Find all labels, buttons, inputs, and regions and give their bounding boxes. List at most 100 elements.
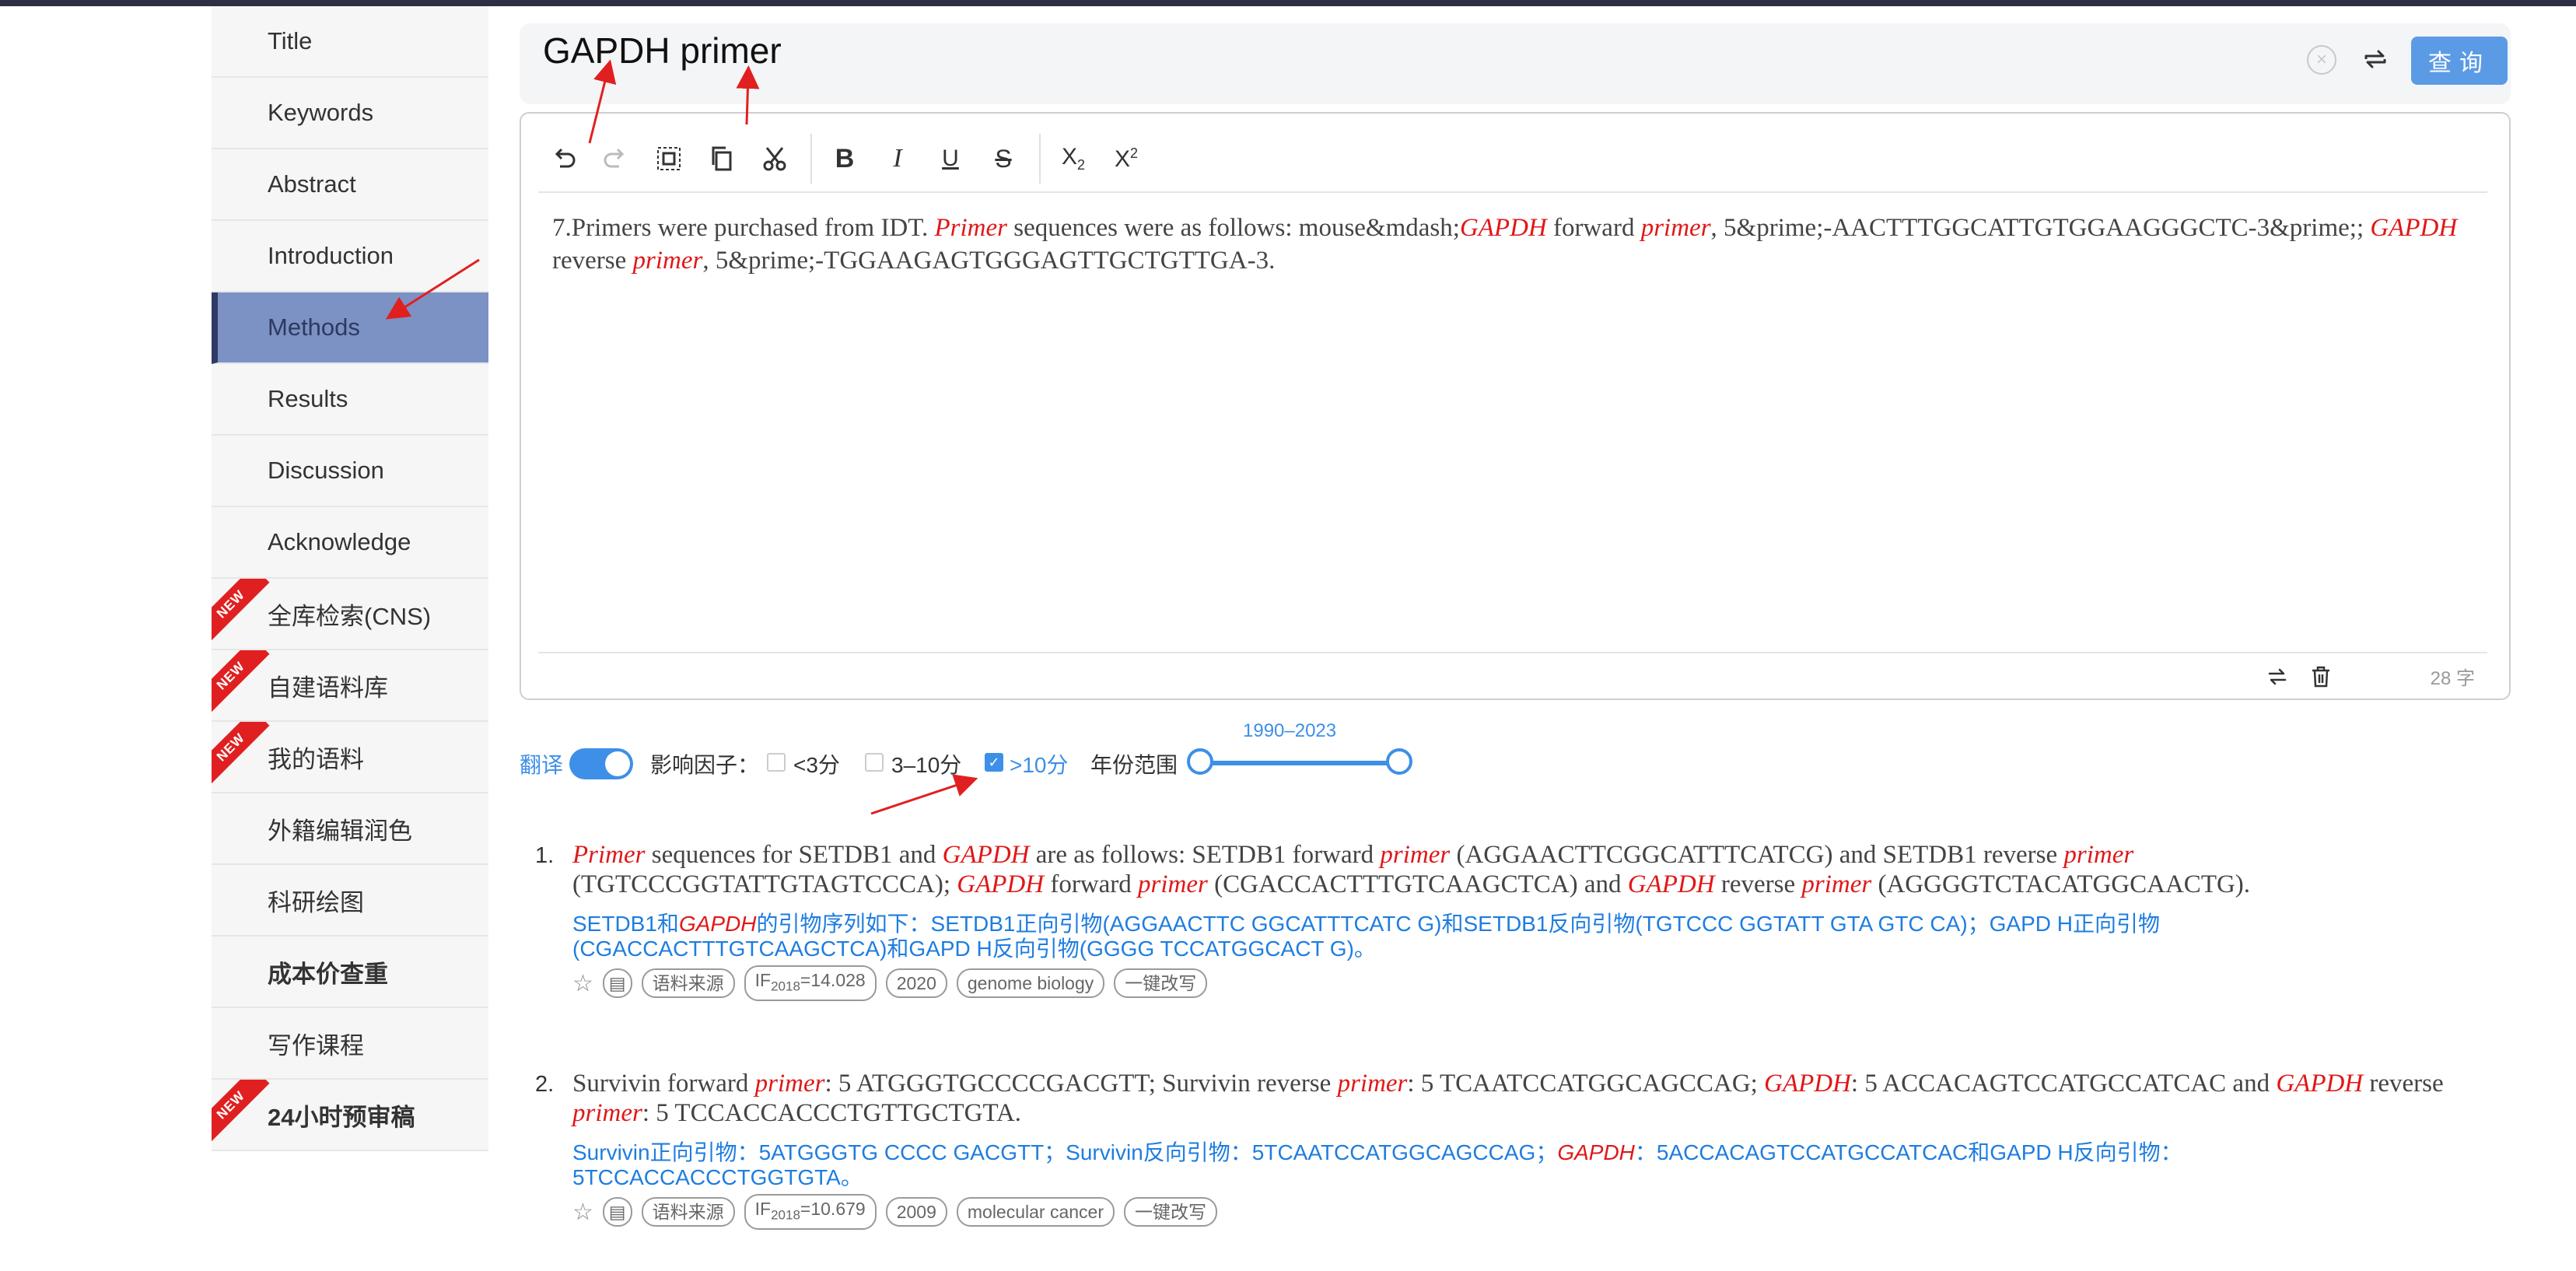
sidebar-item-label: Introduction bbox=[268, 242, 394, 269]
note-icon[interactable]: ▤ bbox=[602, 968, 632, 998]
sidebar-item[interactable]: Keywords bbox=[212, 78, 488, 149]
refresh-icon[interactable] bbox=[2265, 664, 2290, 689]
sidebar-item[interactable]: 写作课程 bbox=[212, 1008, 488, 1080]
sidebar-item[interactable]: NEW 24小时预审稿 bbox=[212, 1080, 488, 1151]
search-box[interactable]: GAPDH primer × 查询 bbox=[520, 23, 2511, 104]
translate-toggle[interactable] bbox=[569, 748, 633, 779]
sidebar-item[interactable]: Acknowledge bbox=[212, 507, 488, 579]
strikethrough-icon[interactable]: S bbox=[986, 142, 1020, 176]
filter-label-gt10: >10分 bbox=[1010, 753, 1069, 777]
source-chip[interactable]: 语料来源 bbox=[641, 968, 735, 998]
sidebar-item[interactable]: NEW 我的语料 bbox=[212, 722, 488, 793]
superscript-icon[interactable]: X2 bbox=[1109, 142, 1143, 176]
keyword-highlight: primer bbox=[1138, 870, 1208, 898]
sidebar-item-label: Keywords bbox=[268, 99, 374, 126]
result-translation[interactable]: SETDB1和GAPDH的引物序列如下：SETDB1正向引物(AGGAACTTC… bbox=[572, 912, 2470, 961]
swap-icon[interactable] bbox=[2360, 44, 2391, 75]
clear-icon[interactable]: × bbox=[2307, 45, 2336, 75]
text-segment: reverse bbox=[2363, 1070, 2444, 1098]
text-segment: , 5&prime;-TGGAAGAGTGGGAGTTGCTGTTGA-3. bbox=[702, 247, 1276, 275]
impact-factor-chip: IF2018=10.679 bbox=[744, 1193, 877, 1231]
keyword-highlight: Primer bbox=[934, 214, 1007, 242]
impact-factor-year: 2018 bbox=[771, 979, 800, 994]
copy-icon[interactable] bbox=[705, 142, 739, 176]
year-range-label: 年份范围 bbox=[1090, 753, 1178, 777]
impact-factor-prefix: IF bbox=[754, 1198, 772, 1219]
year-range-value: 1990–2023 bbox=[1243, 720, 1337, 741]
text-segment: (AGGGGTCTACATGGCAACTG). bbox=[1871, 870, 2251, 898]
char-count: 28 字 bbox=[2430, 668, 2475, 689]
sidebar-item[interactable]: Abstract bbox=[212, 149, 488, 221]
new-badge: NEW bbox=[212, 722, 270, 786]
rewrite-button[interactable]: 一键改写 bbox=[1124, 1197, 1218, 1227]
note-icon[interactable]: ▤ bbox=[602, 1197, 632, 1227]
sidebar-item-label: 自建语料库 bbox=[268, 674, 388, 702]
filter-label-3to10: 3–10分 bbox=[891, 753, 962, 777]
year-chip: 2020 bbox=[885, 968, 947, 998]
query-button[interactable]: 查询 bbox=[2411, 37, 2508, 85]
subscript-icon[interactable]: X2 bbox=[1056, 142, 1090, 176]
undo-icon[interactable] bbox=[546, 142, 580, 176]
text-segment: (CGACCACTTTGTCAAGCTCA) and bbox=[1207, 870, 1628, 898]
journal-chip[interactable]: molecular cancer bbox=[956, 1197, 1115, 1227]
impact-factor-chip: IF2018=14.028 bbox=[744, 965, 877, 1002]
text-segment: Survivin正向引物：5ATGGGTG CCCC GACGTT；Surviv… bbox=[572, 1140, 1558, 1164]
impact-factor-prefix: IF bbox=[754, 969, 772, 990]
year-slider-start-handle[interactable] bbox=[1187, 748, 1213, 775]
sidebar-item[interactable]: Introduction bbox=[212, 221, 488, 292]
redo-icon[interactable] bbox=[599, 142, 633, 176]
italic-icon[interactable]: I bbox=[880, 142, 915, 176]
rewrite-button[interactable]: 一键改写 bbox=[1114, 968, 1208, 998]
text-segment: forward bbox=[1546, 214, 1641, 242]
sidebar-item-label: 成本价查重 bbox=[268, 960, 388, 988]
sidebar-item[interactable]: NEW 全库检索(CNS) bbox=[212, 579, 488, 650]
editor-footer: 28 字 bbox=[538, 652, 2487, 692]
text-editor[interactable]: B I U S X2 X2 7.Primers were purchased f… bbox=[520, 112, 2511, 700]
result-item: 1. Primer sequences for SETDB1 and GAPDH … bbox=[529, 840, 2497, 1011]
search-input[interactable]: GAPDH primer bbox=[543, 30, 782, 72]
year-slider-end-handle[interactable] bbox=[1386, 748, 1412, 775]
editor-content[interactable]: 7.Primers were purchased from IDT. Prime… bbox=[552, 212, 2473, 277]
source-chip[interactable]: 语料来源 bbox=[641, 1197, 735, 1227]
trash-icon[interactable] bbox=[2308, 664, 2333, 689]
keyword-highlight: primer bbox=[2063, 841, 2134, 869]
keyword-highlight: GAPDH bbox=[678, 912, 757, 936]
sidebar-item[interactable]: Discussion bbox=[212, 436, 488, 507]
result-translation[interactable]: Survivin正向引物：5ATGGGTG CCCC GACGTT；Surviv… bbox=[572, 1140, 2470, 1190]
sidebar-item[interactable]: Methods bbox=[212, 292, 488, 364]
sidebar-item[interactable]: Results bbox=[212, 364, 488, 436]
select-all-icon[interactable] bbox=[652, 142, 686, 176]
sidebar-item[interactable]: Title bbox=[212, 6, 488, 78]
star-icon[interactable]: ☆ bbox=[572, 1199, 593, 1226]
filter-checkbox-gt10[interactable]: ✓ bbox=[985, 753, 1003, 772]
sidebar-item-label: Discussion bbox=[268, 457, 384, 484]
sidebar-item[interactable]: 外籍编辑润色 bbox=[212, 793, 488, 865]
impact-factor-value: =10.679 bbox=[800, 1198, 866, 1219]
text-segment: reverse bbox=[1714, 870, 1802, 898]
sidebar-item-label: 写作课程 bbox=[268, 1031, 364, 1059]
sidebar-item[interactable]: 成本价查重 bbox=[212, 937, 488, 1008]
result-english[interactable]: Survivin forward primer: 5 ATGGGTGCCCCGA… bbox=[572, 1069, 2470, 1128]
sidebar-item[interactable]: 科研绘图 bbox=[212, 865, 488, 937]
bold-icon[interactable]: B bbox=[828, 142, 862, 176]
impact-factor-year: 2018 bbox=[771, 1207, 800, 1223]
filter-label-lt3: <3分 bbox=[793, 753, 840, 777]
sidebar-item-label: 24小时预审稿 bbox=[268, 1103, 415, 1131]
filter-checkbox-3to10[interactable] bbox=[865, 753, 884, 772]
sidebar-item[interactable]: NEW 自建语料库 bbox=[212, 650, 488, 722]
filter-checkbox-lt3[interactable] bbox=[767, 753, 786, 772]
star-icon[interactable]: ☆ bbox=[572, 970, 593, 997]
year-slider-track[interactable] bbox=[1199, 761, 1400, 765]
journal-chip[interactable]: genome biology bbox=[956, 968, 1105, 998]
keyword-highlight: GAPDH bbox=[2276, 1070, 2364, 1098]
cut-icon[interactable] bbox=[758, 142, 792, 176]
text-segment: : 5 ATGGGTGCCCCGACGTT; Survivin reverse bbox=[824, 1070, 1338, 1098]
sidebar-item-label: 全库检索(CNS) bbox=[268, 602, 432, 630]
underline-icon[interactable]: U bbox=[933, 142, 968, 176]
result-english[interactable]: Primer sequences for SETDB1 and GAPDH ar… bbox=[572, 840, 2470, 899]
keyword-highlight: Primer bbox=[572, 841, 646, 869]
sidebar-item-label: Acknowledge bbox=[268, 528, 411, 555]
text-segment: SETDB1和 bbox=[572, 912, 679, 936]
text-segment: are as follows: SETDB1 forward bbox=[1029, 841, 1381, 869]
result-number: 1. bbox=[535, 843, 555, 868]
